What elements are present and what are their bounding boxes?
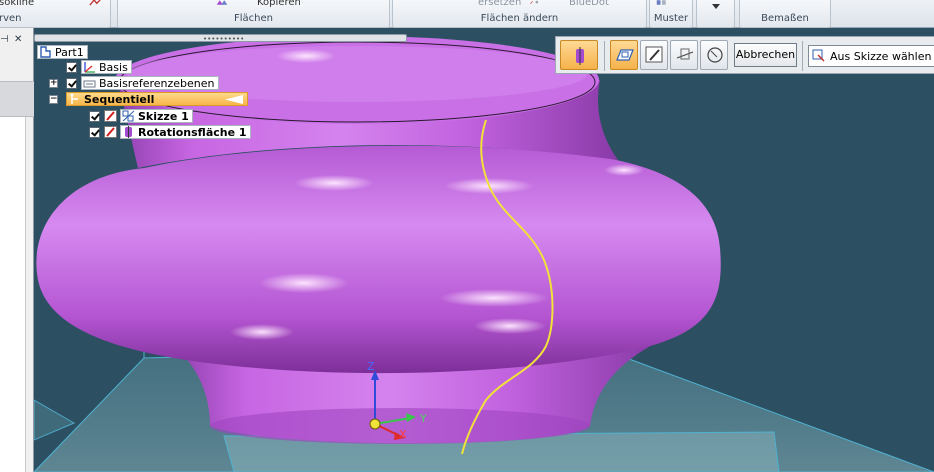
visibility-checkbox[interactable] xyxy=(89,126,100,138)
ribbon-bluedot-button[interactable]: BlueDot xyxy=(569,0,609,8)
tree-item-basisreferenzebenen[interactable]: + Basisreferenzebenen xyxy=(49,76,219,90)
pathfinder-splitter[interactable]: •••••••••• xyxy=(34,34,407,43)
tree-item-label: Skizze 1 xyxy=(138,109,189,123)
tree-item-label: Rotationsfläche 1 xyxy=(138,125,247,139)
tree-item-part1[interactable]: Part1 xyxy=(37,45,88,59)
ribbon-partial-isokline[interactable]: sokline xyxy=(0,0,34,8)
visibility-checkbox[interactable] xyxy=(66,61,77,73)
ribbon-group-label: Bemaßen xyxy=(761,13,809,24)
tree-item-label: Part1 xyxy=(55,45,84,59)
separator xyxy=(604,41,605,71)
ribbon-group-label: Flächen ändern xyxy=(480,13,559,24)
reference-planes-icon xyxy=(83,80,96,88)
separator xyxy=(802,41,803,71)
edit-pencil-icon[interactable] xyxy=(104,110,117,122)
pattern-icon[interactable] xyxy=(656,0,668,6)
select-from-sketch-icon xyxy=(812,49,825,62)
left-side-panel: ⊣ ✕ xyxy=(0,28,34,472)
tree-item-skizze-1[interactable]: Skizze 1 xyxy=(89,109,193,123)
coordinate-system-icon xyxy=(84,62,95,73)
revolve-feature-icon xyxy=(576,47,584,65)
sequential-icon xyxy=(70,93,78,104)
tree-item-label: Sequentiell xyxy=(84,92,155,106)
ribbon: sokline rven Kopieren Flächen ersetzen B… xyxy=(0,0,934,28)
axis-icon xyxy=(676,48,694,60)
edit-pencil-icon[interactable] xyxy=(104,126,117,138)
ribbon-group-bemassen: Bemaßen xyxy=(739,0,831,28)
ribbon-group-flaechen: Kopieren Flächen xyxy=(117,0,390,28)
panel-pin-controls: ⊣ ✕ xyxy=(0,34,30,46)
visibility-checkbox[interactable] xyxy=(66,77,77,89)
panel-content xyxy=(0,117,26,472)
part-icon xyxy=(40,46,51,58)
plane-step-icon xyxy=(616,49,634,61)
surface-bulge[interactable] xyxy=(36,145,721,374)
cancel-button[interactable]: Abbrechen xyxy=(734,43,797,67)
revolved-surface-icon xyxy=(125,126,132,138)
expand-icon[interactable]: + xyxy=(49,78,58,88)
tree-item-label: Basis xyxy=(99,60,128,74)
draw-profile-step-button[interactable] xyxy=(640,40,668,70)
ribbon-replace-button[interactable]: ersetzen xyxy=(478,0,521,8)
bluedot-icon[interactable] xyxy=(530,0,542,6)
ribbon-group-label: Muster xyxy=(653,13,689,24)
extent-step-button[interactable] xyxy=(700,40,728,70)
ribbon-group-muster: Muster xyxy=(649,0,693,28)
select-plane-step-button[interactable] xyxy=(610,40,638,70)
reference-plane-xy[interactable] xyxy=(34,399,76,441)
axis-step-button[interactable] xyxy=(670,40,698,70)
extent-rotate-icon xyxy=(707,47,723,63)
ribbon-group-flaechen-aendern: ersetzen BlueDot Flächen ändern xyxy=(392,0,647,28)
profile-source-value: Aus Skizze wählen xyxy=(830,49,932,63)
copy-surface-icon[interactable] xyxy=(216,0,228,6)
tree-item-rotationsflaeche-1[interactable]: Rotationsfläche 1 xyxy=(89,125,251,139)
ribbon-group-label: Flächen xyxy=(234,13,273,24)
sketch-icon xyxy=(122,110,135,122)
profile-source-select[interactable]: Aus Skizze wählen xyxy=(808,45,934,67)
tree-item-sequentiell[interactable]: − Sequentiell xyxy=(49,92,248,106)
axis-label-x: X xyxy=(399,428,407,441)
ribbon-dropdown[interactable] xyxy=(696,0,735,28)
rollback-marker-icon[interactable] xyxy=(225,95,243,104)
pencil-icon xyxy=(645,46,663,63)
grip-handle-icon[interactable]: •••••••••• xyxy=(203,36,244,43)
ribbon-group-kurven: sokline rven xyxy=(0,0,111,28)
ribbon-group-label: rven xyxy=(0,13,22,24)
isocline-icon[interactable] xyxy=(89,0,101,6)
ribbon-copy-button[interactable]: Kopieren xyxy=(257,0,301,8)
visibility-checkbox[interactable] xyxy=(89,110,100,122)
revolve-step-button[interactable] xyxy=(560,40,598,70)
panel-band xyxy=(0,81,34,117)
axis-label-z: Z xyxy=(367,360,375,373)
collapse-icon[interactable]: − xyxy=(49,94,58,104)
axis-label-y: Y xyxy=(419,412,427,425)
command-bar: Abbrechen Aus Skizze wählen xyxy=(555,36,934,74)
pin-icon[interactable]: ⊣ xyxy=(0,34,9,45)
chevron-down-icon xyxy=(712,4,720,9)
tree-item-label: Basisreferenzebenen xyxy=(99,76,215,90)
close-icon[interactable]: ✕ xyxy=(14,34,22,45)
tree-item-basis[interactable]: Basis xyxy=(66,60,132,74)
